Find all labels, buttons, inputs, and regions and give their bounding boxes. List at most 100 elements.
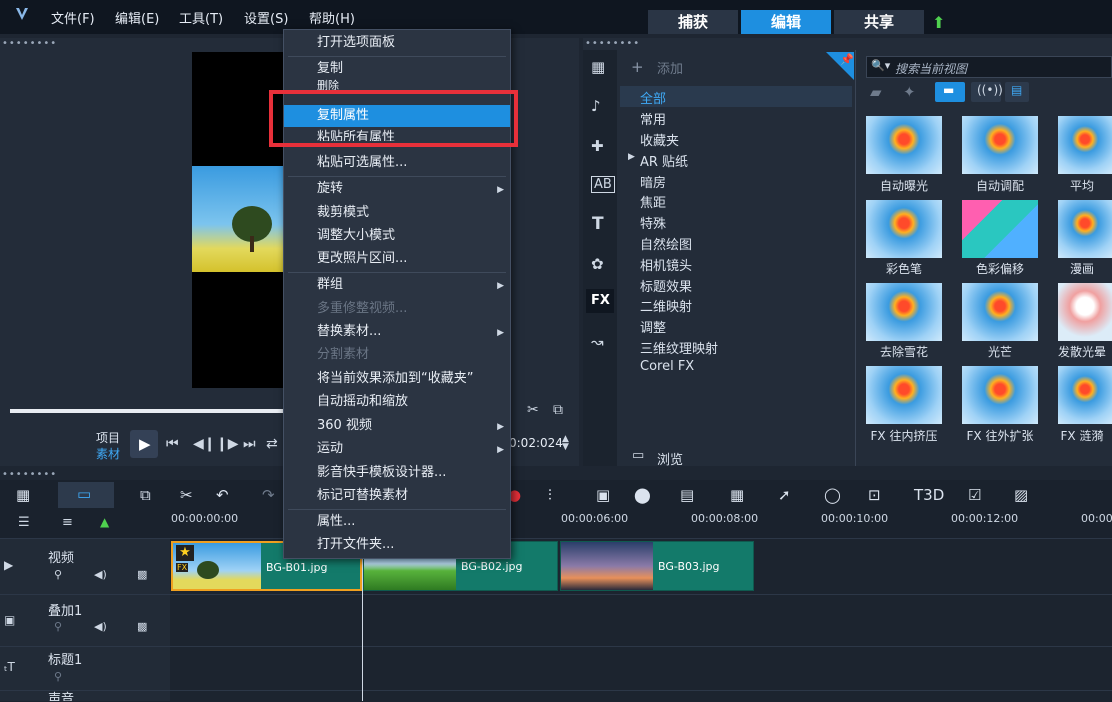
audio-mixer-icon[interactable]: ⫶ bbox=[548, 486, 552, 504]
instant-project-icon[interactable]: AB bbox=[591, 176, 615, 193]
effect-thumbnail[interactable] bbox=[962, 200, 1038, 258]
import-folder-icon[interactable]: ▰ bbox=[870, 83, 882, 101]
go-end-icon[interactable]: ⏭ bbox=[243, 436, 256, 452]
transition-icon[interactable]: ✚ bbox=[591, 137, 604, 155]
category-item[interactable]: 暗房 bbox=[640, 172, 666, 191]
menu-item-auto-pan-zoom[interactable]: 自动摇动和缩放 bbox=[284, 391, 510, 413]
music-icon[interactable]: ♪ bbox=[591, 97, 601, 115]
ripple-icon[interactable]: ▩ bbox=[137, 568, 147, 581]
expand-arrow-icon[interactable]: ▶ bbox=[628, 152, 635, 162]
split-screen-icon[interactable]: ▨ bbox=[1014, 486, 1028, 504]
filter-tab[interactable]: FX bbox=[586, 289, 614, 313]
split-scissors-icon[interactable]: ✂ bbox=[527, 402, 539, 418]
add-folder-label[interactable]: 添加 bbox=[657, 58, 683, 77]
redo-icon[interactable]: ↷ bbox=[262, 486, 275, 504]
subtitle-icon[interactable]: ▤ bbox=[680, 486, 694, 504]
effect-thumbnail[interactable] bbox=[866, 200, 942, 258]
library-grip-icon[interactable]: •••••••• bbox=[585, 38, 640, 49]
menu-item-copy[interactable]: 复制 bbox=[284, 58, 510, 80]
speaker-icon[interactable]: ◀) bbox=[94, 568, 107, 581]
category-item[interactable]: 相机镜头 bbox=[640, 255, 692, 274]
category-item[interactable]: 常用 bbox=[640, 109, 666, 128]
chapter-icon[interactable]: ≡ bbox=[62, 515, 73, 530]
add-marker-icon[interactable]: ▲ bbox=[100, 515, 109, 529]
category-item[interactable]: 二维映射 bbox=[640, 296, 692, 315]
tools-icon[interactable]: ✂ bbox=[180, 486, 193, 504]
prev-frame-icon[interactable]: ◀❙ bbox=[193, 436, 216, 452]
scrubber-bar[interactable] bbox=[10, 409, 284, 413]
effect-thumbnail[interactable] bbox=[866, 366, 942, 424]
speaker-icon[interactable]: ◀) bbox=[94, 620, 107, 633]
timecode-display[interactable]: 0:02:024 bbox=[509, 436, 563, 450]
timeline-view-button[interactable]: ▭ bbox=[58, 482, 114, 508]
play-button[interactable]: ▶ bbox=[130, 430, 158, 458]
menu-item-resize-mode[interactable]: 调整大小模式 bbox=[284, 225, 510, 247]
menu-item-360-video[interactable]: 360 视频 bbox=[284, 415, 510, 437]
panel-grip-icon[interactable]: •••••••• bbox=[2, 38, 57, 49]
menu-item-open-options[interactable]: 打开选项面板 bbox=[284, 32, 510, 54]
timeline-grip-icon[interactable]: •••••••• bbox=[2, 469, 57, 480]
menu-item-replace-clip[interactable]: 替换素材... bbox=[284, 321, 510, 343]
pan-zoom-icon[interactable]: ⊡ bbox=[868, 486, 881, 504]
menu-file[interactable]: 文件(F) bbox=[51, 8, 95, 27]
mask-icon[interactable]: ⬤ bbox=[634, 486, 651, 504]
menu-item-rotate[interactable]: 旋转 bbox=[284, 178, 510, 200]
motion-icon[interactable]: ➚ bbox=[778, 486, 791, 504]
browse-label[interactable]: 浏览 bbox=[657, 449, 683, 468]
category-item[interactable]: 特殊 bbox=[640, 213, 666, 232]
category-item[interactable]: 焦距 bbox=[640, 192, 666, 211]
menu-item-motion[interactable]: 运动 bbox=[284, 438, 510, 460]
title-3d-icon[interactable]: T3D bbox=[914, 486, 944, 504]
category-item[interactable]: Corel FX bbox=[640, 359, 694, 374]
link-icon[interactable]: ⚲ bbox=[54, 568, 62, 581]
go-start-icon[interactable]: ⏮ bbox=[166, 436, 179, 452]
media-icon[interactable]: ▦ bbox=[591, 58, 605, 76]
tab-share[interactable]: 共享 bbox=[834, 10, 924, 34]
view-mode-button[interactable]: ▤ bbox=[1005, 82, 1029, 102]
storyboard-view-icon[interactable]: ▦ bbox=[16, 486, 30, 504]
auto-effect-icon[interactable]: ✦ bbox=[903, 83, 916, 101]
category-item[interactable]: 标题效果 bbox=[640, 276, 692, 295]
next-frame-icon[interactable]: ❙▶ bbox=[216, 436, 239, 452]
motion-tracking-icon[interactable]: ▣ bbox=[596, 486, 610, 504]
effect-thumbnail[interactable] bbox=[1058, 116, 1112, 174]
search-input[interactable]: 🔍▾ 搜索当前视图 bbox=[866, 56, 1112, 78]
effect-thumbnail[interactable] bbox=[1058, 366, 1112, 424]
ripple-icon[interactable]: ▩ bbox=[137, 620, 147, 633]
graphics-icon[interactable]: ✿ bbox=[591, 255, 604, 273]
copy-frame-icon[interactable]: ⧉ bbox=[553, 402, 563, 418]
track-manager-icon[interactable]: ☰ bbox=[18, 515, 30, 530]
menu-item-crop-mode[interactable]: 裁剪模式 bbox=[284, 202, 510, 224]
project-mode-label[interactable]: 项目 bbox=[96, 429, 120, 446]
effect-thumbnail[interactable] bbox=[866, 116, 942, 174]
effect-thumbnail[interactable] bbox=[866, 283, 942, 341]
menu-item-add-to-favorites[interactable]: 将当前效果添加到“收藏夹” bbox=[284, 368, 510, 390]
effect-thumbnail[interactable] bbox=[962, 366, 1038, 424]
menu-edit[interactable]: 编辑(E) bbox=[115, 8, 159, 27]
multi-camera-icon[interactable]: ▦ bbox=[730, 486, 744, 504]
clip-mode-label[interactable]: 素材 bbox=[96, 445, 120, 462]
menu-item-change-duration[interactable]: 更改照片区间... bbox=[284, 248, 510, 270]
pin-icon[interactable]: 📌 bbox=[840, 53, 854, 66]
browse-icon[interactable]: ▭ bbox=[632, 448, 644, 463]
category-item[interactable]: 全部 bbox=[640, 88, 666, 107]
mask-creator-icon[interactable]: ◯ bbox=[824, 486, 841, 504]
repeat-icon[interactable]: ⇄ bbox=[266, 436, 278, 452]
show-audio-filter-button[interactable]: ((•)) bbox=[971, 82, 1003, 102]
undo-icon[interactable]: ↶ bbox=[216, 486, 229, 504]
menu-settings[interactable]: 设置(S) bbox=[244, 8, 288, 27]
effect-thumbnail[interactable] bbox=[962, 283, 1038, 341]
auto-music-icon[interactable]: ☑ bbox=[968, 486, 981, 504]
menu-item-template-designer[interactable]: 影音快手模板设计器... bbox=[284, 462, 510, 484]
tab-edit[interactable]: 编辑 bbox=[741, 10, 831, 34]
show-video-filter-button[interactable]: ▬ bbox=[935, 82, 965, 102]
category-item[interactable]: 自然绘图 bbox=[640, 234, 692, 253]
upload-arrow-icon[interactable]: ⬆ bbox=[932, 13, 945, 32]
category-item[interactable]: 收藏夹 bbox=[640, 130, 679, 149]
menu-tools[interactable]: 工具(T) bbox=[179, 8, 223, 27]
title-icon[interactable]: T bbox=[592, 214, 604, 234]
menu-help[interactable]: 帮助(H) bbox=[309, 8, 355, 27]
effect-thumbnail[interactable] bbox=[962, 116, 1038, 174]
edit-toolbar-icon[interactable]: ⧉ bbox=[140, 486, 151, 504]
category-item[interactable]: AR 贴纸 bbox=[640, 151, 688, 170]
